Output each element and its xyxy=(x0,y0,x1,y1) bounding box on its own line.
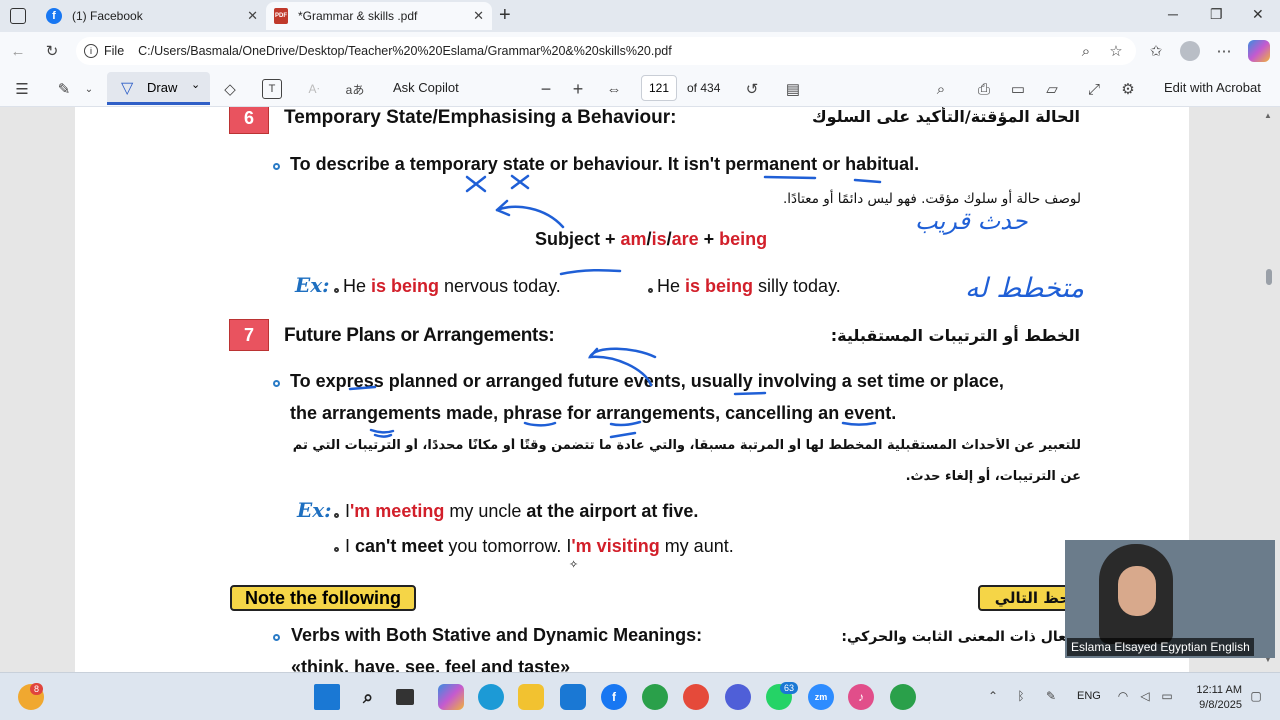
whatsapp-badge: 63 xyxy=(780,682,799,694)
pdf-toolbar: ☰ ✎ ⌄ ▽ Draw ⌄ ◇ T Aᐧ aあ Ask Copilot − +… xyxy=(0,70,1280,107)
system-clock[interactable]: 12:11 AM 9/8/2025 xyxy=(1186,683,1242,713)
handwritten-note-planned: متخطط له xyxy=(965,273,1085,304)
info-icon: i xyxy=(84,44,98,58)
draw-button[interactable]: ▽ Draw ⌄ xyxy=(107,72,210,105)
minimize-icon[interactable]: ─ xyxy=(1168,6,1178,22)
favorite-star-icon[interactable]: ☆ xyxy=(1106,41,1126,61)
new-tab-icon[interactable]: + xyxy=(499,4,511,27)
webcam-overlay: Eslama Elsayed Egyptian English xyxy=(1065,540,1275,658)
refresh-icon[interactable]: ↻ xyxy=(42,41,62,61)
settings-gear-icon[interactable]: ⚙ xyxy=(1118,79,1138,99)
window-close-icon[interactable]: ✕ xyxy=(1252,6,1264,23)
itunes-icon[interactable]: ♪ xyxy=(848,684,874,710)
text-box-icon[interactable]: T xyxy=(262,79,282,99)
pdf-page: 6 Temporary State/Emphasising a Behaviou… xyxy=(75,107,1189,672)
tab-grammar-pdf[interactable]: PDF *Grammar & skills .pdf ✕ xyxy=(266,2,492,30)
contents-list-icon[interactable]: ☰ xyxy=(12,79,32,99)
task-view-icon[interactable] xyxy=(396,689,414,705)
profile-avatar[interactable] xyxy=(1180,41,1200,61)
save-icon[interactable]: ▭ xyxy=(1008,79,1028,99)
chrome-profile-icon[interactable] xyxy=(683,684,709,710)
search-icon[interactable]: ⌕ xyxy=(355,684,381,710)
file-label: File xyxy=(104,44,125,58)
close-tab-icon[interactable]: ✕ xyxy=(473,8,484,24)
taskbar: 8 ⌕ f 63 zm ♪ ⌃ ᛒ ✎ ENG ◠ ◁ ▭ 12:11 AM 9… xyxy=(0,672,1280,720)
page-total: of 434 xyxy=(687,81,721,95)
page-number-input[interactable]: 121 xyxy=(641,75,677,101)
bluetooth-icon[interactable]: ᛒ xyxy=(1013,687,1029,705)
handwritten-note-near-event: حدث قريب xyxy=(915,207,1028,235)
notification-icon[interactable]: ▢ xyxy=(1248,687,1264,705)
translate-icon[interactable]: aあ xyxy=(344,79,366,99)
save-as-icon[interactable]: ▱ xyxy=(1042,79,1062,99)
workspaces-icon[interactable] xyxy=(10,8,26,24)
close-tab-icon[interactable]: ✕ xyxy=(247,8,258,24)
volume-icon[interactable]: ◁ xyxy=(1137,687,1153,705)
pen-tray-icon[interactable]: ✎ xyxy=(1043,687,1059,705)
facebook-icon: f xyxy=(46,8,62,24)
app-circle-icon[interactable] xyxy=(725,684,751,710)
pdf-icon: PDF xyxy=(274,8,288,24)
chevron-up-icon[interactable]: ⌃ xyxy=(985,687,1001,705)
eraser-icon[interactable]: ◇ xyxy=(220,79,240,99)
chrome-icon[interactable] xyxy=(642,684,668,710)
edge-browser-icon[interactable] xyxy=(478,684,504,710)
presenter-face xyxy=(1118,566,1156,616)
address-field[interactable]: i File C:/Users/Basmala/OneDrive/Desktop… xyxy=(76,37,1136,65)
chevron-down-icon: ⌄ xyxy=(191,79,201,91)
more-menu-icon[interactable]: ⋯ xyxy=(1214,41,1234,61)
chevron-down-icon[interactable]: ⌄ xyxy=(82,80,96,98)
url-text: C:/Users/Basmala/OneDrive/Desktop/Teache… xyxy=(138,44,672,58)
maximize-icon[interactable]: ❐ xyxy=(1210,6,1223,23)
favorites-icon[interactable]: ✩ xyxy=(1146,41,1166,61)
search-icon[interactable]: ⌕ xyxy=(931,79,951,99)
copilot-icon[interactable] xyxy=(1248,40,1270,62)
read-aloud-icon: Aᐧ xyxy=(308,82,320,96)
rotate-icon[interactable]: ↺ xyxy=(742,79,762,99)
fullscreen-icon[interactable]: ⤢ xyxy=(1084,79,1104,99)
chrome-alt-icon[interactable] xyxy=(890,684,916,710)
address-toolbar: ← ↻ i File C:/Users/Basmala/OneDrive/Des… xyxy=(0,32,1280,70)
pen-icon: ▽ xyxy=(121,80,134,97)
pen-annotations xyxy=(348,174,882,439)
tab-label: (1) Facebook xyxy=(72,9,143,23)
draw-label: Draw xyxy=(147,80,178,95)
back-icon[interactable]: ← xyxy=(8,41,28,61)
ask-copilot-button[interactable]: Ask Copilot xyxy=(393,80,459,95)
zoom-icon[interactable]: ⌕ xyxy=(1076,41,1096,61)
highlight-icon[interactable]: ✎ xyxy=(54,79,74,99)
copilot-app-icon[interactable] xyxy=(438,684,464,710)
language-indicator[interactable]: ENG xyxy=(1077,690,1101,702)
clock-time: 12:11 AM xyxy=(1196,684,1242,696)
fit-page-icon[interactable]: ⇔ xyxy=(604,79,624,99)
wifi-icon[interactable]: ◠ xyxy=(1115,687,1131,705)
scroll-up-icon[interactable]: ▲ xyxy=(1264,111,1272,120)
store-icon[interactable] xyxy=(560,684,586,710)
file-explorer-icon[interactable] xyxy=(518,684,544,710)
tab-facebook[interactable]: f (1) Facebook ✕ xyxy=(38,2,266,30)
weather-badge: 8 xyxy=(30,683,44,695)
webcam-caption: Eslama Elsayed Egyptian English xyxy=(1067,638,1254,656)
scroll-thumb[interactable] xyxy=(1266,269,1272,285)
windows-start-icon[interactable] xyxy=(314,684,340,710)
clock-date: 9/8/2025 xyxy=(1199,699,1242,711)
edit-with-acrobat-button[interactable]: Edit with Acrobat xyxy=(1164,80,1261,95)
zoom-in-icon[interactable]: + xyxy=(568,79,588,99)
zoom-app-icon[interactable]: zm xyxy=(808,684,834,710)
facebook-app-icon[interactable]: f xyxy=(601,684,627,710)
page-view-icon[interactable]: ▤ xyxy=(783,79,803,99)
zoom-out-icon[interactable]: − xyxy=(536,79,556,99)
print-icon[interactable]: ⎙ xyxy=(974,79,994,99)
battery-icon[interactable]: ▭ xyxy=(1159,687,1175,705)
browser-tab-strip: f (1) Facebook ✕ PDF *Grammar & skills .… xyxy=(0,0,1280,32)
tab-label: *Grammar & skills .pdf xyxy=(298,9,418,23)
cursor-icon: ✧ xyxy=(569,559,579,571)
